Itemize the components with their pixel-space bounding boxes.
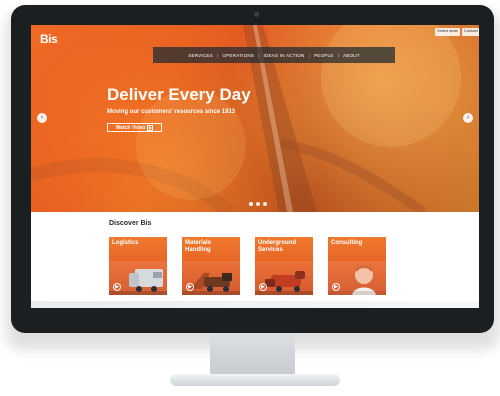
- nav-separator: |: [258, 52, 260, 58]
- contact-button[interactable]: Contact: [461, 28, 479, 36]
- play-icon: ▶: [334, 284, 338, 290]
- utility-bar: Select state Contact: [435, 28, 479, 36]
- discover-title: Discover Bis: [109, 220, 152, 227]
- watch-video-button[interactable]: Watch Video ▶: [107, 123, 162, 132]
- carousel-dot-2[interactable]: [256, 202, 260, 206]
- card-logistics[interactable]: Logistics ▶: [109, 237, 167, 295]
- nav-item-ideas-in-action[interactable]: IDEAS IN ACTION: [264, 53, 305, 58]
- play-icon: ▶: [261, 284, 265, 290]
- screen: Bis Select state Contact SERVICES | OPER…: [31, 25, 479, 308]
- play-icon: ▶: [188, 284, 192, 290]
- nav-item-services[interactable]: SERVICES: [188, 53, 213, 58]
- card-label: Consulting: [331, 240, 363, 246]
- top-navigation: SERVICES | OPERATIONS | IDEAS IN ACTION …: [153, 47, 395, 63]
- card-play-button[interactable]: ▶: [332, 283, 340, 291]
- card-play-button[interactable]: ▶: [113, 283, 121, 291]
- webcam: [254, 12, 259, 17]
- chevron-right-icon: ›: [466, 114, 470, 121]
- play-icon: ▶: [115, 284, 119, 290]
- page-bottom-strip: [31, 301, 479, 308]
- nav-separator: |: [337, 52, 339, 58]
- card-label: Materials Handling: [185, 240, 212, 253]
- play-icon: ▶: [147, 124, 154, 131]
- hero-headline: Deliver Every Day: [107, 85, 251, 104]
- monitor-stand-base: [170, 374, 340, 386]
- card-play-button[interactable]: ▶: [186, 283, 194, 291]
- nav-item-operations[interactable]: OPERATIONS: [222, 53, 254, 58]
- nav-separator: |: [216, 52, 219, 58]
- carousel-dot-1[interactable]: [249, 202, 253, 206]
- carousel-dot-3[interactable]: [263, 202, 267, 206]
- carousel-dots: [249, 202, 267, 206]
- monitor-stand-neck: [210, 333, 295, 378]
- nav-separator: |: [308, 52, 310, 58]
- card-consulting[interactable]: Consulting ▶: [328, 237, 386, 295]
- card-label: Underground Services: [258, 240, 296, 253]
- watch-video-label: Watch Video: [115, 124, 146, 131]
- hero-tagline: Moving our customers' resources since 19…: [107, 109, 236, 115]
- carousel-next-button[interactable]: ›: [463, 113, 473, 123]
- brand-logo-text: Bis: [40, 32, 58, 46]
- card-play-button[interactable]: ▶: [259, 283, 267, 291]
- card-underground-services[interactable]: Underground Services ▶: [255, 237, 313, 295]
- carousel-prev-button[interactable]: ‹: [37, 113, 47, 123]
- nav-item-people[interactable]: PEOPLE: [314, 53, 334, 58]
- select-state-button[interactable]: Select state: [435, 28, 460, 36]
- card-label: Logistics: [112, 240, 139, 246]
- card-materials-handling[interactable]: Materials Handling ▶: [182, 237, 240, 295]
- nav-item-about[interactable]: ABOUT: [343, 53, 360, 58]
- chevron-left-icon: ‹: [40, 114, 44, 121]
- brand-logo[interactable]: Bis: [40, 32, 62, 46]
